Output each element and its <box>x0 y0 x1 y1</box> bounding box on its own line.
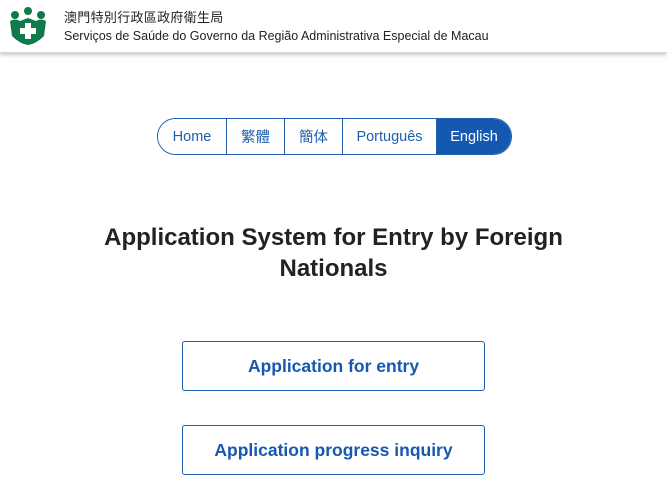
lang-traditional-chinese[interactable]: 繁體 <box>227 119 285 154</box>
page-title-line1: Application System for Entry by Foreign <box>104 224 563 251</box>
page-title-line2: Nationals <box>279 255 388 282</box>
health-bureau-logo-icon[interactable] <box>8 6 48 46</box>
home-link[interactable]: Home <box>158 119 227 154</box>
application-progress-inquiry-button[interactable]: Application progress inquiry <box>182 425 485 475</box>
lang-english[interactable]: English <box>437 119 511 154</box>
lang-simplified-chinese[interactable]: 簡体 <box>285 119 343 154</box>
site-header: 澳門特別行政區政府衛生局 Serviços de Saúde do Govern… <box>0 0 667 53</box>
page-title: Application System for Entry by Foreign … <box>0 222 667 284</box>
lang-portuguese[interactable]: Português <box>343 119 437 154</box>
org-name-portuguese: Serviços de Saúde do Governo da Região A… <box>64 29 489 43</box>
application-for-entry-button[interactable]: Application for entry <box>182 341 485 391</box>
language-nav: Home 繁體 簡体 Português English <box>157 118 512 155</box>
org-name-chinese: 澳門特別行政區政府衛生局 <box>64 10 224 25</box>
